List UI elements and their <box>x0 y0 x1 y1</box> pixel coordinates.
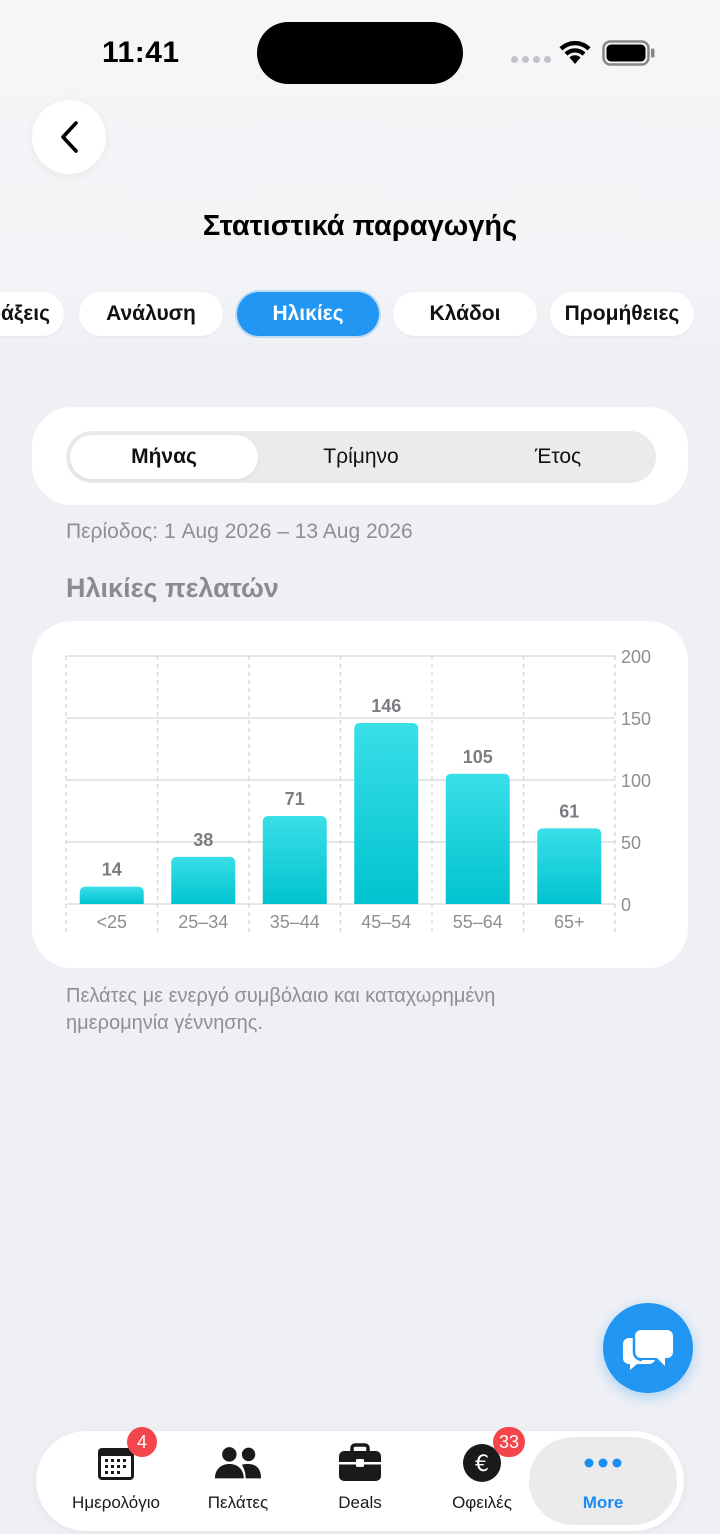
x-tick-label: 25–34 <box>178 912 228 932</box>
nav-debts[interactable]: € 33 Οφειλές <box>422 1427 542 1531</box>
y-tick-label: 50 <box>621 833 641 853</box>
x-tick-label: 55–64 <box>453 912 503 932</box>
nav-calendar-label: Ημερολόγιο <box>72 1493 160 1512</box>
x-tick-label: 45–54 <box>361 912 411 932</box>
stats-tabs: Πράξεις Ανάλυση Ηλικίες Κλάδοι Προμήθειε… <box>0 292 720 338</box>
bar-55–64[interactable] <box>445 773 510 904</box>
nav-clients-label: Πελάτες <box>207 1493 269 1512</box>
svg-text:€: € <box>475 1452 489 1477</box>
y-tick-label: 100 <box>621 771 651 791</box>
debts-badge: 33 <box>493 1427 526 1457</box>
bar-65+[interactable] <box>537 828 602 904</box>
nav-clients[interactable]: Πελάτες <box>178 1431 298 1531</box>
people-icon <box>214 1447 262 1479</box>
tab-ages[interactable]: Ηλικίες <box>237 292 379 336</box>
age-bar-chart: 0 50 100 150 200 14 <25 38 25–34 71 35–44 146 45–54 1… <box>65 647 651 933</box>
bar-25–34[interactable] <box>171 856 236 904</box>
bar-value-label: 61 <box>559 801 579 821</box>
dynamic-island <box>257 22 463 84</box>
x-tick-label: 65+ <box>554 912 585 932</box>
segment-quarter[interactable]: Τρίμηνο <box>267 435 455 479</box>
calendar-badge: 4 <box>127 1427 157 1457</box>
chat-bubbles-icon <box>623 1330 673 1370</box>
tab-branches[interactable]: Κλάδοι <box>393 292 537 336</box>
more-dots-icon <box>584 1458 622 1468</box>
tab-analysis[interactable]: Ανάλυση <box>79 292 223 336</box>
bottom-nav: 4 Ημερολόγιο Πελάτες Deals € 33 Οφειλές … <box>36 1427 684 1531</box>
y-tick-label: 200 <box>621 647 651 667</box>
bar-value-label: 14 <box>102 860 122 880</box>
bar-value-label: 71 <box>285 789 305 809</box>
bar-45–54[interactable] <box>354 722 419 904</box>
chart-footnote: Πελάτες με ενεργό συμβόλαιο και καταχωρη… <box>66 985 496 1034</box>
back-button[interactable] <box>32 100 106 174</box>
tab-commissions[interactable]: Προμήθειες <box>550 292 694 336</box>
nav-debts-label: Οφειλές <box>452 1493 512 1512</box>
chat-button[interactable] <box>603 1303 693 1393</box>
nav-more-label: More <box>582 1493 624 1512</box>
bar-<25[interactable] <box>79 886 144 904</box>
bar-value-label: 38 <box>193 830 213 850</box>
cellular-signal-icon <box>511 56 551 63</box>
bar-35–44[interactable] <box>262 815 327 904</box>
nav-more[interactable]: More <box>529 1437 677 1525</box>
nav-calendar[interactable]: 4 Ημερολόγιο <box>56 1427 176 1531</box>
section-title: Ηλικίες πελατών <box>66 573 279 603</box>
y-tick-label: 0 <box>621 895 631 915</box>
wifi-icon <box>559 40 591 64</box>
briefcase-icon <box>339 1443 381 1481</box>
tab-praxeis[interactable]: Πράξεις <box>0 292 64 336</box>
x-tick-label: <25 <box>96 912 127 932</box>
battery-icon <box>602 40 655 66</box>
segment-year[interactable]: Έτος <box>464 435 652 479</box>
segment-month[interactable]: Μήνας <box>70 435 258 479</box>
period-segmented-control: Μήνας Τρίμηνο Έτος <box>66 431 656 483</box>
page-title: Στατιστικά παραγωγής <box>202 210 518 242</box>
y-tick-label: 150 <box>621 709 651 729</box>
chevron-left-icon <box>61 121 78 153</box>
bar-value-label: 146 <box>371 696 401 716</box>
bar-value-label: 105 <box>463 747 493 767</box>
age-chart-card: 0 50 100 150 200 14 <25 38 25–34 71 35–44 146 45–54 1… <box>32 621 688 968</box>
x-tick-label: 35–44 <box>270 912 320 932</box>
period-label: Περίοδος: 1 Aug 2026 – 13 Aug 2026 <box>66 520 413 543</box>
screen: 11:41 Στατιστικά παραγωγής Πράξεις Ανάλυ… <box>0 0 720 1534</box>
period-selector-card: Μήνας Τρίμηνο Έτος <box>32 407 688 505</box>
nav-deals-label: Deals <box>338 1493 382 1512</box>
nav-deals[interactable]: Deals <box>300 1431 420 1531</box>
status-time: 11:41 <box>102 36 180 69</box>
